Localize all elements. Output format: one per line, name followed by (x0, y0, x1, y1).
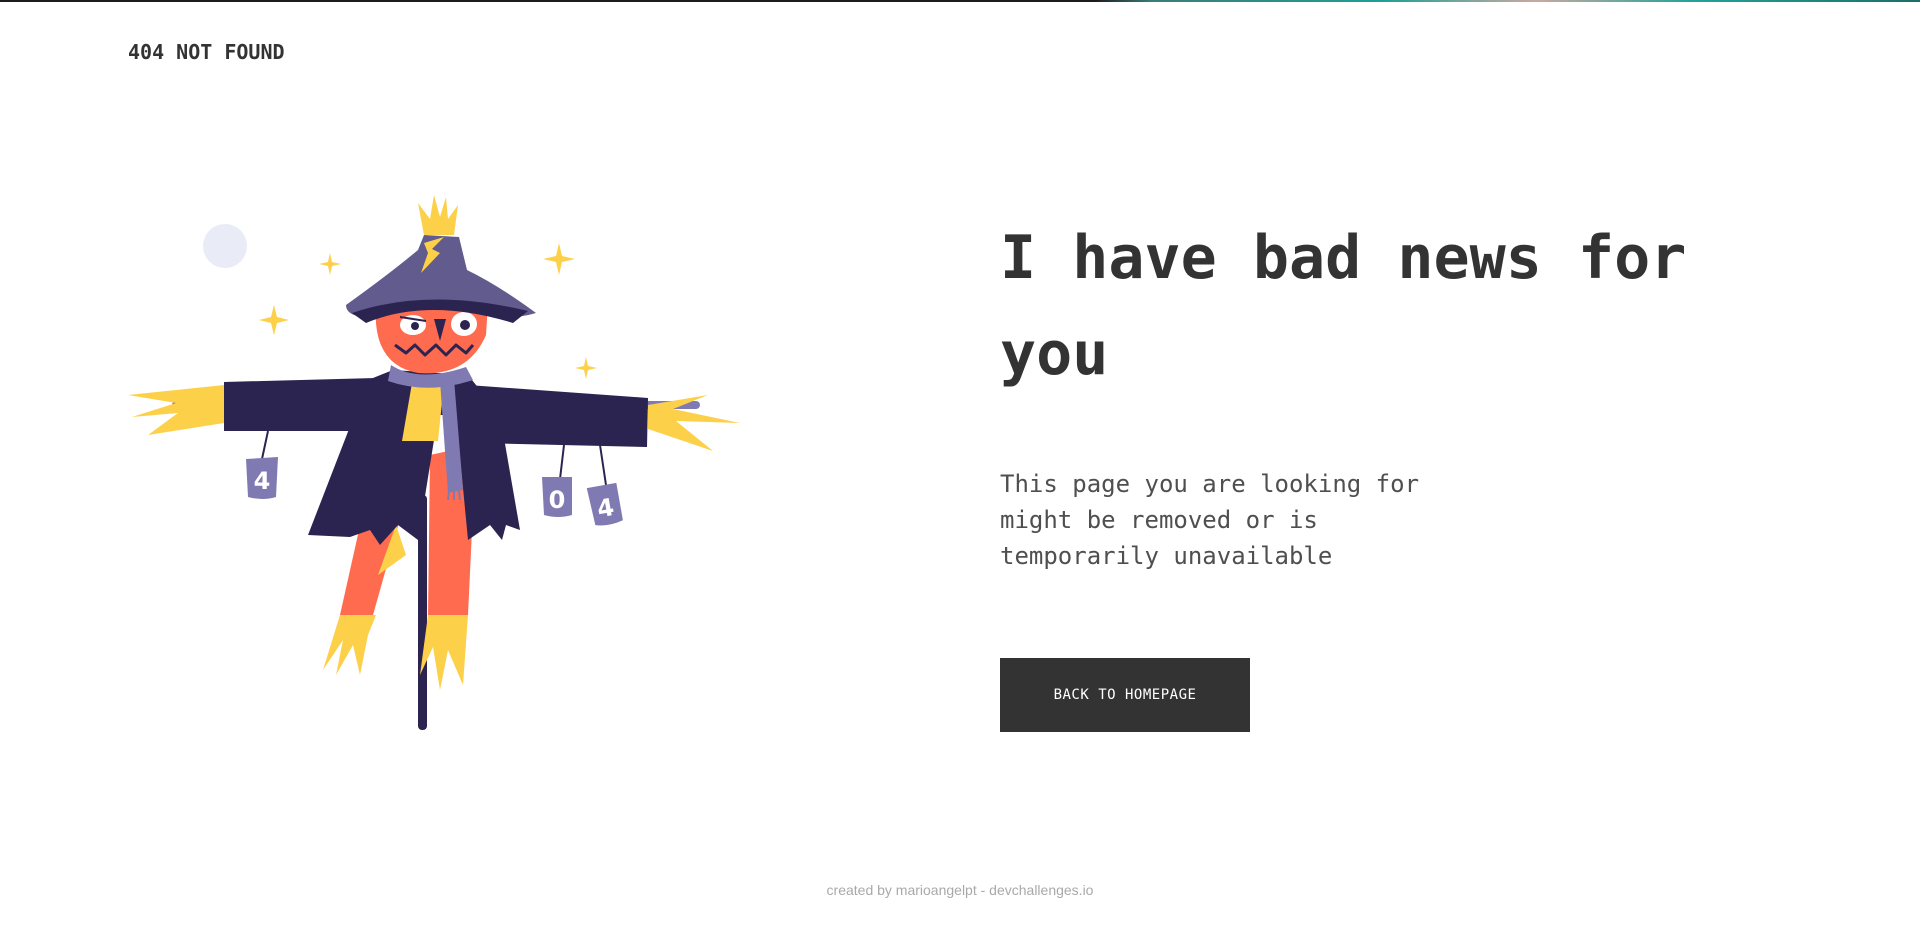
can-label: 4 (254, 467, 271, 495)
page: 404 NOT FOUND 4 0 4 I have bad news for … (0, 0, 1920, 928)
hat-straw (418, 195, 458, 235)
page-headline: I have bad news for you (1000, 223, 1687, 389)
can-label: 0 (549, 486, 566, 514)
hat-icon (346, 235, 536, 323)
top-strip (0, 0, 1920, 2)
can-0: 0 (542, 477, 572, 517)
can-4-right: 4 (586, 482, 623, 526)
sparkle-icon (319, 253, 341, 275)
brand-title: 404 NOT FOUND (128, 40, 285, 64)
sparkle-icon (543, 243, 575, 275)
page-description: This page you are looking for might be r… (1000, 470, 1420, 570)
back-to-homepage-button[interactable]: BACK TO HOMEPAGE (1000, 658, 1250, 732)
moon-icon (203, 224, 247, 268)
footer-credit: created by marioangelpt - devchallenges.… (826, 882, 1094, 898)
left-straw-hand (128, 385, 224, 435)
left-foot-straw (323, 615, 376, 675)
sparkle-icon (575, 357, 597, 379)
sparkle-icon (259, 305, 289, 335)
scarecrow-illustration: 4 0 4 (128, 195, 748, 735)
can-4-left: 4 (246, 457, 278, 499)
right-foot-straw (420, 615, 468, 690)
